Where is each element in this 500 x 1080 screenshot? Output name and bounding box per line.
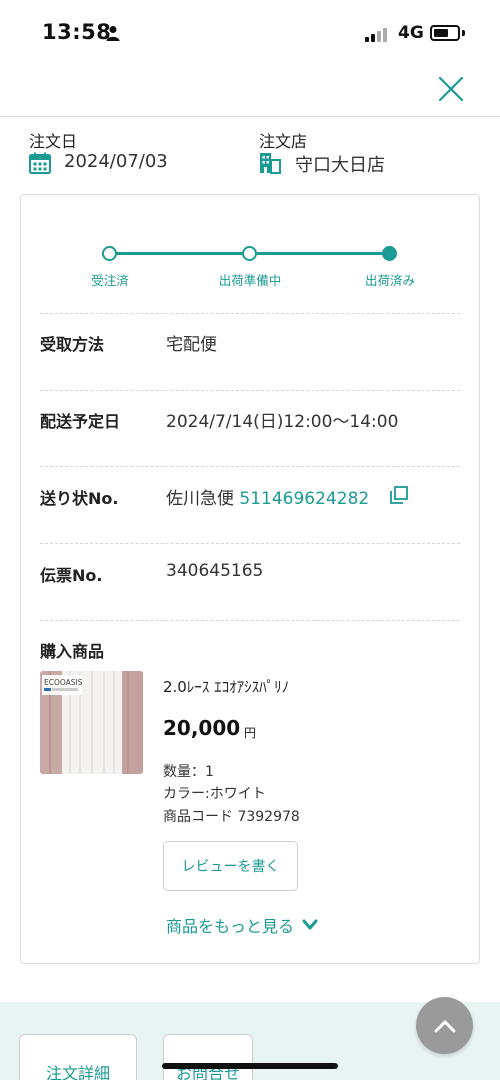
purchased-product-label: 購入商品	[40, 642, 105, 661]
store-building-icon	[260, 153, 281, 174]
status-bar: 13:58 4G	[0, 0, 500, 66]
person-icon	[106, 26, 120, 41]
network-label: 4G	[398, 23, 424, 43]
home-indicator	[162, 1063, 338, 1069]
divider	[40, 313, 460, 314]
receive-method-value: 宅配便	[166, 335, 217, 355]
product-code: 商品コード 7392978	[163, 809, 300, 825]
order-date-label: 注文日	[29, 132, 78, 151]
divider	[40, 390, 460, 391]
curtain-image: ECOOASIS	[40, 671, 143, 774]
progress-step-label-2: 出荷準備中	[218, 273, 282, 288]
show-more-products-label: 商品をもっと見る	[166, 917, 295, 936]
receive-method-label: 受取方法	[40, 335, 105, 354]
tracking-label: 送り状No.	[40, 489, 119, 508]
signal-icon	[365, 28, 391, 42]
divider	[40, 620, 460, 621]
tracking-value: 佐川急便 511469624282	[166, 484, 369, 509]
delivery-date-value: 2024/7/14(日)12:00〜14:00	[166, 412, 399, 432]
chevron-down-icon	[302, 919, 318, 930]
delivery-date-label: 配送予定日	[40, 412, 121, 431]
progress-step-dot-2	[242, 246, 257, 261]
order-store-value: 守口大日店	[295, 155, 385, 176]
slip-number-value: 340645165	[166, 561, 264, 581]
battery-icon	[430, 25, 460, 41]
product-name[interactable]: 2.0ﾚｰｽ ｴｺｵｱｼｽﾊﾟﾘﾉ	[163, 676, 289, 697]
product-image[interactable]: ECOOASIS	[40, 671, 143, 774]
show-more-products-link[interactable]: 商品をもっと見る	[166, 913, 318, 937]
chevron-up-icon	[434, 1020, 455, 1032]
product-currency: 円	[244, 726, 257, 740]
product-quantity: 数量：1	[163, 764, 214, 780]
tracking-carrier: 佐川急便	[166, 489, 234, 509]
product-price: 20,000	[163, 716, 241, 740]
product-color: カラー:ホワイト	[163, 786, 266, 802]
order-date-value: 2024/07/03	[64, 151, 168, 172]
scroll-to-top-button[interactable]	[416, 997, 473, 1054]
tracking-number-link[interactable]: 511469624282	[239, 489, 369, 509]
progress-step-dot-1	[102, 246, 117, 261]
close-icon[interactable]	[434, 72, 468, 106]
inquiry-button[interactable]: お問合せ	[163, 1034, 253, 1080]
order-store-label: 注文店	[259, 132, 308, 151]
battery-tip	[462, 30, 465, 36]
progress-step-label-3: 出荷済み	[364, 273, 415, 288]
copy-icon[interactable]	[390, 486, 408, 504]
product-brand-logo: ECOOASIS	[44, 678, 83, 687]
status-time: 13:58	[42, 20, 112, 44]
divider	[40, 543, 460, 544]
progress-step-label-1: 受注済	[91, 273, 129, 288]
order-detail-button[interactable]: 注文詳細	[19, 1034, 137, 1080]
write-review-button[interactable]: レビューを書く	[163, 841, 298, 891]
divider	[40, 466, 460, 467]
header-divider	[0, 116, 500, 117]
calendar-icon	[29, 152, 51, 174]
slip-number-label: 伝票No.	[40, 566, 103, 585]
progress-step-dot-3-current	[382, 246, 397, 261]
